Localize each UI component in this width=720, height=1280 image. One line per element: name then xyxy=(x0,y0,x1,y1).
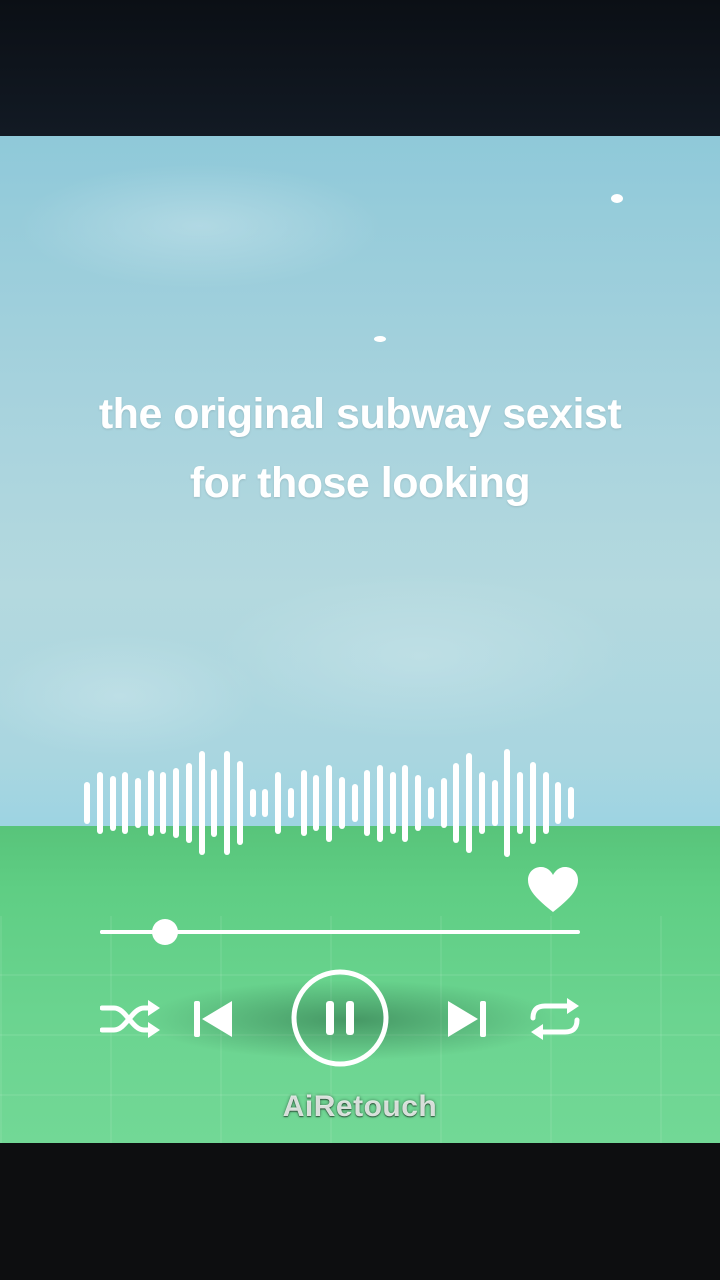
pause-icon xyxy=(291,969,389,1067)
waveform-bar xyxy=(389,772,396,834)
skip-next-icon xyxy=(448,1001,486,1037)
sky-speck xyxy=(374,336,386,342)
waveform-bar xyxy=(185,762,192,844)
shuffle-icon xyxy=(99,1000,160,1038)
waveform-bar xyxy=(542,772,549,834)
like-button[interactable] xyxy=(526,866,580,914)
waveform-bar xyxy=(555,782,562,824)
waveform-bar xyxy=(453,762,460,844)
waveform-bar xyxy=(427,787,434,819)
heart-icon xyxy=(528,867,578,912)
waveform-bar xyxy=(84,782,90,824)
progress-handle[interactable] xyxy=(151,919,178,945)
audio-waveform xyxy=(84,748,574,858)
sky-speck xyxy=(611,194,623,203)
waveform-bar xyxy=(338,777,345,829)
waveform-bar xyxy=(351,783,358,823)
waveform-bar xyxy=(415,774,422,831)
waveform-bar xyxy=(313,774,320,831)
waveform-bar xyxy=(275,772,282,834)
waveform-bar xyxy=(466,752,473,853)
waveform-bar xyxy=(211,768,218,838)
repeat-icon xyxy=(530,998,580,1040)
top-letterbox xyxy=(0,0,720,136)
waveform-bar xyxy=(224,750,231,856)
play-pause-button[interactable] xyxy=(290,968,390,1068)
waveform-bar xyxy=(287,788,294,818)
caption-line-1: the original subway sexist xyxy=(98,390,622,438)
watermark: AiRetouch xyxy=(282,1090,438,1123)
waveform-bar xyxy=(517,772,524,834)
shuffle-button[interactable] xyxy=(99,998,162,1040)
waveform-bar xyxy=(236,760,243,846)
waveform-bar xyxy=(96,772,103,834)
video-caption: the original subway sexist for those loo… xyxy=(0,380,720,518)
skip-previous-icon xyxy=(194,1001,232,1037)
waveform-bar xyxy=(109,775,116,831)
waveform-bar xyxy=(478,772,485,834)
waveform-bar xyxy=(568,787,574,819)
progress-bar[interactable] xyxy=(100,919,580,945)
waveform-bar xyxy=(300,770,307,836)
waveform-bar xyxy=(122,772,129,834)
caption-line-2: for those looking xyxy=(189,459,531,507)
waveform-bar xyxy=(160,772,167,834)
waveform-bar xyxy=(504,749,511,857)
previous-button[interactable] xyxy=(192,998,234,1040)
waveform-bar xyxy=(134,778,141,828)
bottom-letterbox xyxy=(0,1143,720,1280)
waveform-bar xyxy=(491,779,498,827)
waveform-bar xyxy=(173,767,180,839)
waveform-bar xyxy=(529,761,536,845)
waveform-bar xyxy=(364,770,371,836)
repeat-button[interactable] xyxy=(527,996,583,1042)
waveform-bar xyxy=(198,750,205,856)
waveform-bar xyxy=(326,764,332,842)
waveform-bar xyxy=(376,764,383,842)
waveform-bar xyxy=(440,778,447,828)
waveform-bar xyxy=(249,789,256,817)
waveform-bar xyxy=(402,764,409,842)
waveform-bar xyxy=(147,770,154,836)
next-button[interactable] xyxy=(446,998,488,1040)
waveform-bar xyxy=(262,789,269,817)
